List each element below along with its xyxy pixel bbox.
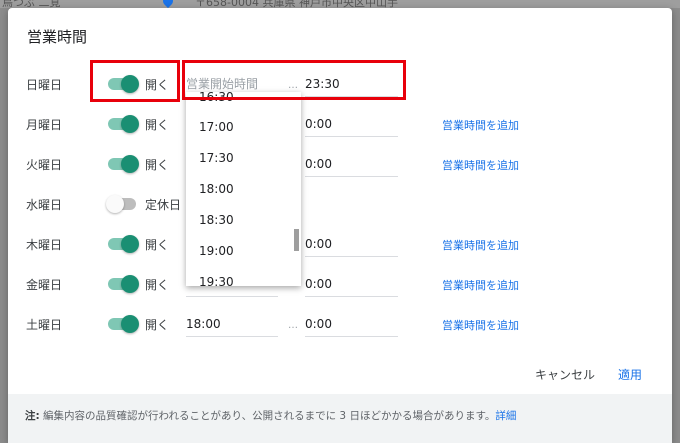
highlight-box-toggle xyxy=(90,60,180,102)
time-option[interactable]: 17:00 xyxy=(199,120,234,134)
dropdown-scrollbar[interactable] xyxy=(294,229,299,251)
add-hours-link[interactable]: 営業時間を追加 xyxy=(442,277,519,293)
state-label: 開く xyxy=(145,318,170,332)
open-toggle[interactable] xyxy=(108,275,139,293)
background-strip: 鳥つぶ 二莧 〒658-0004 兵庫県 神戸市中央区中山手 xyxy=(0,0,680,8)
add-hours-link[interactable]: 営業時間を追加 xyxy=(442,157,519,173)
details-link[interactable]: 詳細 xyxy=(495,410,516,422)
dialog-title: 営業時間 xyxy=(27,28,88,46)
state-label: 開く xyxy=(145,278,170,292)
day-label: 月曜日 xyxy=(26,118,63,132)
time-separator: … xyxy=(288,320,298,331)
business-hours-dialog: 営業時間 日曜日 開く 営業開始時間 … 23:30 月曜日 開く 0:00 営… xyxy=(8,8,672,443)
day-label: 日曜日 xyxy=(26,78,63,92)
day-label: 土曜日 xyxy=(26,318,63,332)
day-label: 金曜日 xyxy=(26,278,63,292)
state-label: 開く xyxy=(145,158,170,172)
time-option[interactable]: 19:00 xyxy=(199,244,234,258)
background-address: 〒658-0004 兵庫県 神戸市中央区中山手 xyxy=(195,0,398,8)
day-label: 水曜日 xyxy=(26,198,63,212)
end-time-field[interactable]: 0:00 xyxy=(305,274,398,297)
end-time-field[interactable]: 0:00 xyxy=(305,234,398,257)
time-option[interactable]: 17:30 xyxy=(199,151,234,165)
state-label: 開く xyxy=(145,118,170,132)
row-saturday: 土曜日 開く 18:00 … 0:00 営業時間を追加 xyxy=(8,310,672,340)
state-label: 定休日 xyxy=(145,198,182,212)
time-option[interactable]: 18:00 xyxy=(199,182,234,196)
state-label: 開く xyxy=(145,238,170,252)
open-toggle[interactable] xyxy=(108,235,139,253)
add-hours-link[interactable]: 営業時間を追加 xyxy=(442,117,519,133)
row-tuesday: 火曜日 開く 0:00 営業時間を追加 xyxy=(8,150,672,180)
background-text: 鳥つぶ 二莧 xyxy=(2,0,61,8)
note-text: 編集内容の品質確認が行われることがあり、公開されるまでに 3 日ほどかかる場合が… xyxy=(39,410,496,422)
day-label: 火曜日 xyxy=(26,158,63,172)
end-time-field[interactable]: 0:00 xyxy=(305,114,398,137)
time-option[interactable]: 18:30 xyxy=(199,213,234,227)
cancel-button[interactable]: キャンセル xyxy=(535,366,595,383)
note-label: 注: xyxy=(25,410,40,422)
open-toggle[interactable] xyxy=(108,155,139,173)
end-time-field[interactable]: 0:00 xyxy=(305,314,398,337)
open-toggle[interactable] xyxy=(108,315,139,333)
footer-note: 注: 編集内容の品質確認が行われることがあり、公開されるまでに 3 日ほどかかる… xyxy=(8,394,672,443)
apply-button[interactable]: 適用 xyxy=(618,366,642,383)
time-option[interactable]: 19:30 xyxy=(199,275,234,286)
map-pin-icon xyxy=(160,0,176,8)
day-label: 木曜日 xyxy=(26,238,63,252)
row-thursday: 木曜日 開く 0:00 営業時間を追加 xyxy=(8,230,672,260)
time-dropdown[interactable]: 16:30 17:00 17:30 18:00 18:30 19:00 19:3… xyxy=(186,92,301,286)
row-monday: 月曜日 開く 0:00 営業時間を追加 xyxy=(8,110,672,140)
highlight-box-times xyxy=(182,60,406,100)
add-hours-link[interactable]: 営業時間を追加 xyxy=(442,317,519,333)
add-hours-link[interactable]: 営業時間を追加 xyxy=(442,237,519,253)
open-toggle[interactable] xyxy=(108,115,139,133)
open-toggle[interactable] xyxy=(106,195,138,213)
row-wednesday: 水曜日 定休日 xyxy=(8,190,672,220)
row-friday: 金曜日 開く 0:00 営業時間を追加 xyxy=(8,270,672,300)
footer-text: 注: 編集内容の品質確認が行われることがあり、公開されるまでに 3 日ほどかかる… xyxy=(25,408,516,423)
start-time-field[interactable]: 18:00 xyxy=(186,314,278,337)
end-time-field[interactable]: 0:00 xyxy=(305,154,398,177)
